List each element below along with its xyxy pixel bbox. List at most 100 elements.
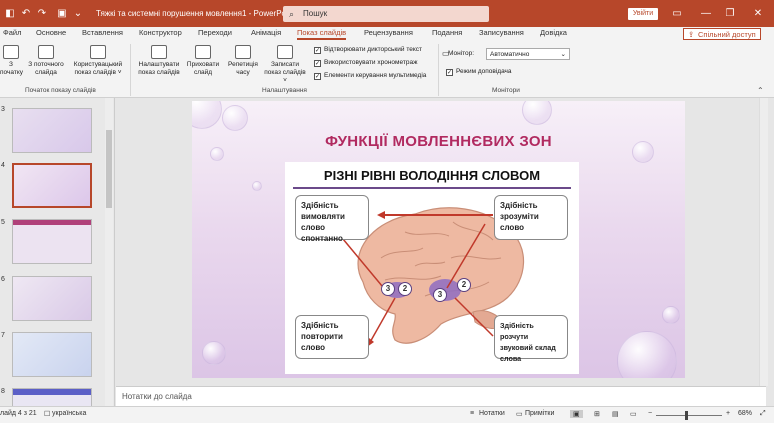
slide-canvas[interactable]: ФУНКЦІЇ МОВЛЕННЄВИХ ЗОН РІЗНІ РІВНІ ВОЛО…	[192, 101, 685, 378]
tab-animations[interactable]: Анімація	[251, 28, 281, 37]
slideshow-icon[interactable]: ▣	[56, 8, 68, 20]
tab-file[interactable]: Файл	[3, 28, 21, 37]
comments-toggle-button[interactable]: Примітки	[525, 410, 554, 417]
setup-label: Налаштувати показ слайдів	[138, 61, 180, 76]
presenter-view-label: Режим доповідача	[456, 68, 512, 75]
monitor-label: Монітор:	[448, 50, 475, 57]
zone-number: 2	[398, 282, 412, 296]
checkbox-checked-icon: ✓	[314, 47, 321, 54]
hide-slide-button[interactable]: Приховати слайд	[184, 45, 222, 77]
decorative-bubble	[522, 101, 552, 125]
custom-show-icon	[90, 45, 106, 59]
custom-show-button[interactable]: Користувацький показ слайдів ˅	[70, 45, 126, 77]
from-start-label: З початку	[0, 61, 23, 76]
tab-help[interactable]: Довідка	[540, 28, 567, 37]
language-label[interactable]: українська	[52, 410, 86, 417]
autosave-icon[interactable]: ◧	[4, 8, 16, 20]
rehearse-label: Репетиція часу	[228, 61, 258, 76]
media-controls-label: Елементи керування мультимедіа	[324, 72, 427, 79]
slide-thumbnail-selected[interactable]	[12, 163, 92, 208]
editor-scrollbar[interactable]	[759, 98, 768, 386]
timings-checkbox[interactable]: ✓ Використовувати хронометраж	[314, 59, 417, 67]
zoom-out-button[interactable]: −	[648, 410, 652, 417]
notes-icon: ≡	[470, 410, 475, 417]
fit-to-window-icon[interactable]: ⤢	[760, 410, 766, 418]
ribbon-display-icon[interactable]: ▭	[670, 8, 684, 20]
scrollbar-thumb[interactable]	[106, 130, 112, 208]
zone-number: 3	[381, 282, 395, 296]
slide-thumbnail[interactable]	[12, 276, 92, 321]
thumbnail-scrollbar[interactable]	[105, 98, 113, 406]
slide-thumbnail[interactable]	[12, 219, 92, 264]
slide-thumbnail[interactable]	[12, 332, 92, 377]
undo-icon[interactable]: ↶	[20, 8, 32, 20]
slide-title[interactable]: ФУНКЦІЇ МОВЛЕННЄВИХ ЗОН	[192, 133, 685, 150]
collapse-ribbon-icon[interactable]: ⌃	[757, 86, 764, 95]
setup-show-button[interactable]: Налаштувати показ слайдів	[134, 45, 184, 77]
label-box-repeat: Здібність повторити слово	[295, 315, 369, 359]
comments-icon: ▭	[516, 411, 523, 418]
close-button[interactable]: ✕	[748, 7, 768, 21]
zoom-slider-knob[interactable]	[685, 411, 688, 420]
notes-toggle-button[interactable]: Нотатки	[479, 410, 505, 417]
hide-slide-label: Приховати слайд	[186, 61, 220, 76]
spellcheck-icon[interactable]: ☐	[44, 410, 50, 418]
reading-view-icon[interactable]: ▤	[612, 410, 619, 418]
qat-dropdown-icon[interactable]: ⌄	[72, 8, 84, 20]
tab-view[interactable]: Подання	[432, 28, 462, 37]
decorative-bubble	[192, 101, 222, 129]
presenter-view-checkbox[interactable]: ✓ Режим доповідача	[446, 68, 512, 76]
search-icon: ⌕	[289, 9, 295, 19]
slide-sorter-icon[interactable]: ⊞	[594, 410, 600, 418]
slideshow-view-icon[interactable]: ▭	[630, 410, 637, 418]
thumbnail-pane: 3 4 5 6 7 8	[0, 98, 115, 406]
from-current-button[interactable]: З поточного слайда	[26, 45, 66, 77]
tab-insert[interactable]: Вставлення	[82, 28, 123, 37]
restore-button[interactable]: ❐	[720, 7, 740, 21]
ribbon-tabs: Файл Основне Вставлення Конструктор Пере…	[0, 27, 774, 41]
search-box[interactable]: ⌕ Пошук	[283, 6, 489, 22]
slide-thumbnail[interactable]	[12, 388, 92, 406]
media-controls-checkbox[interactable]: ✓ Елементи керування мультимедіа	[314, 72, 426, 80]
tab-recording[interactable]: Записування	[479, 28, 524, 37]
tab-slideshow[interactable]: Показ слайдів	[297, 28, 347, 40]
monitor-select[interactable]: Автоматично ⌄	[486, 48, 570, 60]
zoom-level[interactable]: 68%	[738, 410, 752, 417]
share-icon: ⇪	[688, 30, 695, 39]
rehearse-button[interactable]: Репетиція часу	[226, 45, 260, 77]
timings-label: Використовувати хронометраж	[324, 59, 418, 66]
redo-icon[interactable]: ↷	[36, 8, 48, 20]
tab-transitions[interactable]: Переходи	[198, 28, 232, 37]
play-icon	[3, 45, 19, 59]
from-start-button[interactable]: З початку	[0, 45, 23, 77]
minimize-button[interactable]: —	[696, 7, 716, 21]
group-setup-label: Налаштування	[262, 87, 307, 94]
decorative-bubble	[252, 181, 262, 191]
record-button[interactable]: Записати показ слайдів ˅	[262, 45, 308, 85]
thumb-number: 4	[1, 162, 5, 169]
group-start-label: Початок показу слайдів	[25, 87, 96, 94]
slide-thumbnail[interactable]	[12, 108, 92, 153]
narration-checkbox[interactable]: ✓ Відтворювати дикторський текст	[314, 46, 422, 54]
thumb-number: 6	[1, 276, 5, 283]
tab-review[interactable]: Рецензування	[364, 28, 413, 37]
label-box-hear: Здібність розчути звуковий склад слова	[494, 315, 568, 363]
play-current-icon	[38, 45, 54, 59]
separator	[130, 44, 131, 96]
from-current-label: З поточного слайда	[28, 61, 64, 76]
group-monitors-label: Монітори	[492, 87, 520, 94]
zoom-in-button[interactable]: +	[726, 410, 730, 417]
signin-button[interactable]: Увійти	[628, 8, 658, 20]
decorative-bubble	[662, 306, 680, 324]
normal-view-icon[interactable]: ▣	[570, 410, 583, 418]
content-panel[interactable]: РІЗНІ РІВНІ ВОЛОДІННЯ СЛОВОМ 3 2 3 2 Зді…	[285, 162, 579, 374]
zoom-slider[interactable]	[656, 415, 722, 416]
label-box-understand: Здібність зрозуміти слово	[494, 195, 568, 240]
tab-design[interactable]: Конструктор	[139, 28, 182, 37]
tab-home[interactable]: Основне	[36, 28, 66, 37]
share-button[interactable]: ⇪ Спільний доступ	[683, 28, 761, 40]
document-title: Тяжкі та системні порушення мовлення1 - …	[96, 9, 295, 18]
notes-pane[interactable]: Нотатки до слайда	[116, 386, 766, 406]
zone-number: 3	[433, 288, 447, 302]
title-bar: ◧ ↶ ↷ ▣ ⌄ Тяжкі та системні порушення мо…	[0, 0, 774, 27]
